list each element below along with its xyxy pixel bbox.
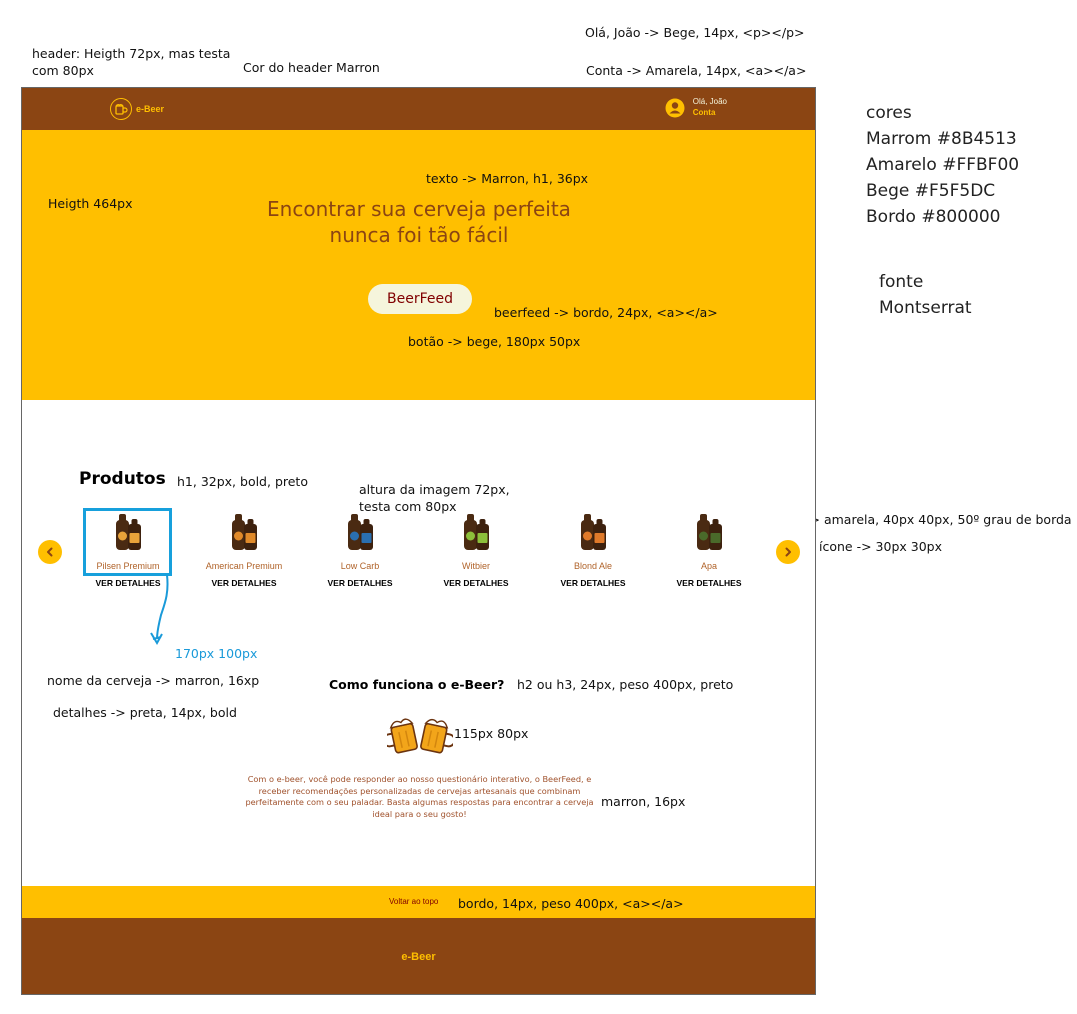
note-hero-text-spec: texto -> Marron, h1, 36px bbox=[426, 171, 589, 186]
product-card[interactable]: Apa VER DETALHES bbox=[665, 508, 753, 588]
hero-title-line-2: nunca foi tão fácil bbox=[329, 223, 509, 247]
chevron-left-icon bbox=[47, 547, 53, 557]
note-header-height: header: Heigth 72px, mas testa com 80px bbox=[32, 46, 231, 78]
annotation-arrow-icon bbox=[150, 574, 169, 645]
note-header-color: Cor do header Marron bbox=[243, 60, 380, 75]
beer-bottles-icon bbox=[549, 508, 637, 552]
product-details-link[interactable]: VER DETALHES bbox=[200, 578, 288, 588]
carousel-next-button[interactable] bbox=[776, 540, 800, 564]
site-mockup: e-Beer Olá, João Conta Encontrar sua cer… bbox=[21, 87, 816, 995]
card-highlight-box bbox=[83, 508, 172, 576]
palette-legend: cores Marrom #8B4513 Amarelo #FFBF00 Beg… bbox=[866, 100, 1019, 230]
logo-text: e-Beer bbox=[136, 104, 165, 114]
palette-item-bege: Bege #F5F5DC bbox=[866, 181, 996, 201]
product-card[interactable]: Low Carb VER DETALHES bbox=[316, 508, 404, 588]
palette-title: cores bbox=[866, 103, 912, 123]
product-details-link[interactable]: VER DETALHES bbox=[432, 578, 520, 588]
back-to-top-link[interactable]: Voltar ao topo bbox=[389, 897, 438, 906]
font-title: fonte bbox=[879, 272, 924, 292]
footer: e-Beer bbox=[22, 918, 815, 994]
note-icone-spec: ícone -> 30px 30px bbox=[819, 539, 942, 554]
account-text: Olá, João Conta bbox=[693, 97, 727, 119]
footer-top-bar: Voltar ao topo bbox=[22, 886, 815, 918]
how-it-works-title: Como funciona o e-Beer? bbox=[329, 677, 505, 692]
note-image-height: altura da imagem 72px, testa com 80px bbox=[359, 482, 510, 514]
greeting: Olá, João bbox=[692, 97, 727, 106]
beer-mugs-icon bbox=[387, 718, 453, 754]
beer-mug-icon bbox=[110, 98, 132, 120]
how-it-works-text: Com o e-beer, você pode responder ao nos… bbox=[245, 774, 594, 819]
note-produtos-spec: h1, 32px, bold, preto bbox=[177, 474, 308, 489]
note-conta-spec: Conta -> Amarela, 14px, <a></a> bbox=[586, 63, 807, 78]
site-header: e-Beer Olá, João Conta bbox=[22, 88, 815, 130]
note-beerfeed-spec: beerfeed -> bordo, 24px, <a></a> bbox=[494, 305, 718, 320]
product-name: Witbier bbox=[461, 561, 490, 571]
note-button-spec: botão -> bege, 180px 50px bbox=[408, 334, 581, 349]
user-circle-icon[interactable] bbox=[665, 98, 685, 118]
note-mugs-size: 115px 80px bbox=[454, 726, 529, 741]
beer-bottles-icon bbox=[200, 508, 288, 552]
product-name: American Premium bbox=[205, 561, 283, 571]
footer-brand: e-Beer bbox=[401, 951, 436, 963]
product-card[interactable]: American Premium VER DETALHES bbox=[200, 508, 288, 588]
hero-title-line-1: Encontrar sua cerveja perfeita bbox=[267, 197, 571, 221]
note-beer-name-spec: nome da cerveja -> marron, 16xp bbox=[47, 673, 260, 688]
chevron-right-icon bbox=[785, 547, 791, 557]
note-card-size: 170px 100px bbox=[175, 646, 258, 661]
font-name: Montserrat bbox=[879, 298, 972, 318]
note-back-top-spec: bordo, 14px, peso 400px, <a></a> bbox=[458, 896, 684, 911]
product-details-link[interactable]: VER DETALHES bbox=[665, 578, 753, 588]
account-link[interactable]: Conta bbox=[693, 107, 727, 119]
note-greeting-spec: Olá, João -> Bege, 14px, <p></p> bbox=[585, 25, 805, 40]
logo[interactable]: e-Beer bbox=[110, 98, 164, 120]
palette-item-marrom: Marrom #8B4513 bbox=[866, 129, 1017, 149]
hero-title: Encontrar sua cerveja perfeita nunca foi… bbox=[22, 196, 815, 248]
palette-item-bordo: Bordo #800000 bbox=[866, 207, 1001, 227]
palette-item-amarelo: Amarelo #FFBF00 bbox=[866, 155, 1020, 175]
product-name: Low Carb bbox=[340, 561, 380, 571]
product-details-link[interactable]: VER DETALHES bbox=[316, 578, 404, 588]
note-hero-height: Heigth 464px bbox=[48, 196, 133, 211]
note-how-text-spec: marron, 16px bbox=[601, 794, 686, 809]
beerfeed-button[interactable]: BeerFeed bbox=[368, 284, 472, 314]
note-how-spec: h2 ou h3, 24px, peso 400px, preto bbox=[517, 677, 734, 692]
carousel-prev-button[interactable] bbox=[38, 540, 62, 564]
product-name: Apa bbox=[700, 561, 717, 571]
product-card[interactable]: Witbier VER DETALHES bbox=[432, 508, 520, 588]
hero-section: Encontrar sua cerveja perfeita nunca foi… bbox=[22, 130, 815, 400]
product-card[interactable]: Blond Ale VER DETALHES bbox=[549, 508, 637, 588]
font-legend: fonte Montserrat bbox=[879, 269, 972, 321]
products-title: Produtos bbox=[79, 469, 166, 489]
product-name: Blond Ale bbox=[573, 561, 613, 571]
account-area[interactable]: Olá, João Conta bbox=[665, 97, 727, 119]
beer-bottles-icon bbox=[665, 508, 753, 552]
note-details-spec: detalhes -> preta, 14px, bold bbox=[53, 705, 237, 720]
product-details-link[interactable]: VER DETALHES bbox=[549, 578, 637, 588]
